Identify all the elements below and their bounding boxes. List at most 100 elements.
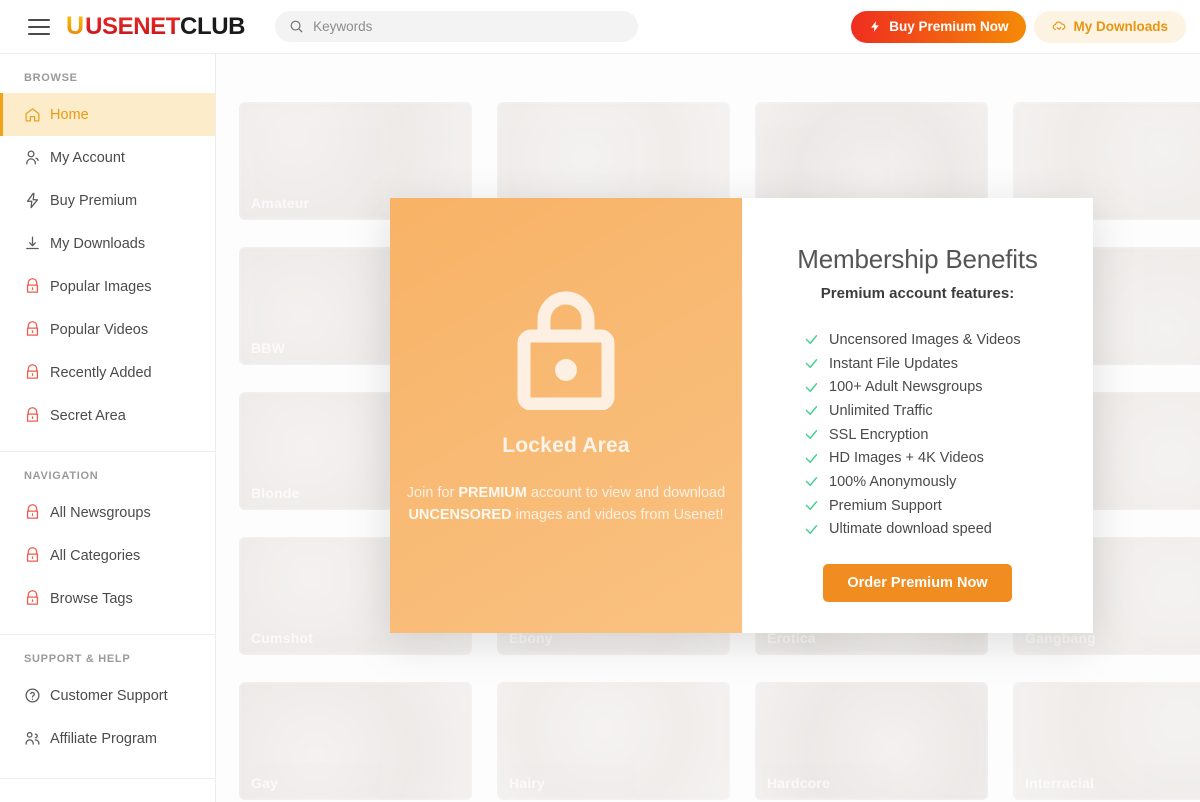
search-input[interactable] <box>313 19 625 34</box>
logo-usenet-text: USENET <box>85 12 181 40</box>
sidebar-item-home[interactable]: Home <box>0 93 215 136</box>
header-actions: Buy Premium Now My Downloads <box>851 10 1186 43</box>
sidebar-icon-wrap <box>24 547 50 564</box>
category-tile-label: Gay <box>251 775 279 791</box>
sidebar-item-my-account[interactable]: My Account <box>0 136 215 179</box>
category-tile[interactable]: Interracial <box>1013 682 1200 800</box>
lightning-bolt-icon <box>871 21 879 32</box>
sidebar-item-all-newsgroups[interactable]: All Newsgroups <box>0 491 215 534</box>
lock-icon <box>26 504 39 519</box>
lock-icon <box>26 278 39 293</box>
hamburger-menu-icon[interactable] <box>28 18 50 35</box>
sidebar-icon-wrap <box>24 687 50 704</box>
desc-uncensored: UNCENSORED <box>408 507 512 524</box>
desc-premium: PREMIUM <box>458 485 527 501</box>
category-tile-label: Interracial <box>1025 775 1095 791</box>
feature-label: Ultimate download speed <box>829 521 992 538</box>
sidebar-item-recently-added[interactable]: Recently Added <box>0 351 215 394</box>
feature-item: Premium Support <box>804 494 1021 518</box>
modal-left-panel: Locked Area Join for PREMIUM account to … <box>390 198 742 633</box>
feature-label: 100% Anonymously <box>829 473 957 490</box>
sidebar-item-label: All Categories <box>50 547 141 564</box>
feature-label: 100+ Adult Newsgroups <box>829 379 983 396</box>
site-logo[interactable]: U USENET CLUB <box>66 13 245 41</box>
sidebar-item-all-categories[interactable]: All Categories <box>0 534 215 577</box>
locked-area-title: Locked Area <box>502 434 630 457</box>
feature-label: Premium Support <box>829 497 942 514</box>
check-icon <box>804 498 829 513</box>
feature-label: Uncensored Images & Videos <box>829 331 1021 348</box>
sidebar-icon-wrap <box>24 321 50 338</box>
category-tile-label: BBW <box>251 340 286 356</box>
membership-benefits-subtitle: Premium account features: <box>820 285 1015 302</box>
sidebar-section-title-browse: BROWSE <box>24 72 78 84</box>
search-bar[interactable] <box>275 11 639 42</box>
users-icon <box>25 731 40 745</box>
sidebar-icon-wrap <box>24 192 50 209</box>
check-icon <box>804 474 829 489</box>
sidebar-item-label: Buy Premium <box>50 192 138 209</box>
sidebar-icon-wrap <box>24 730 50 747</box>
sidebar-icon-wrap <box>24 149 50 166</box>
lock-icon <box>26 364 39 379</box>
category-tile[interactable]: Gay <box>239 682 472 800</box>
sidebar-item-buy-premium[interactable]: Buy Premium <box>0 179 215 222</box>
category-tile-label: Amateur <box>251 195 310 211</box>
sidebar-item-affiliate-program[interactable]: Affiliate Program <box>0 717 215 760</box>
category-tile-label: Hardcore <box>767 775 831 791</box>
sidebar-icon-wrap <box>24 590 50 607</box>
home-icon <box>25 108 40 122</box>
sidebar-icon-wrap <box>24 364 50 381</box>
padlock-icon <box>517 291 615 410</box>
sidebar-item-label: Popular Videos <box>50 321 149 338</box>
sidebar-item-label: Customer Support <box>50 687 168 704</box>
search-icon <box>290 20 303 33</box>
feature-item: Instant File Updates <box>804 352 1021 376</box>
left-sidebar: BROWSE Home My Account Buy Premium My Downlo… <box>0 54 216 802</box>
category-tile-label: Hairy <box>509 775 546 791</box>
sidebar-item-label: Browse Tags <box>50 590 133 607</box>
sidebar-item-secret-area[interactable]: Secret Area <box>0 394 215 437</box>
feature-item: Uncensored Images & Videos <box>804 328 1021 352</box>
check-icon <box>804 403 829 418</box>
premium-features-list: Uncensored Images & Videos Instant File U… <box>776 328 1021 541</box>
category-tile[interactable]: Hairy <box>497 682 730 800</box>
buy-premium-now-button[interactable]: Buy Premium Now <box>851 10 1027 43</box>
sidebar-item-label: My Account <box>50 149 125 166</box>
lock-icon <box>26 321 39 336</box>
check-icon <box>804 356 829 371</box>
sidebar-item-my-downloads[interactable]: My Downloads <box>0 222 215 265</box>
sidebar-item-browse-tags[interactable]: Browse Tags <box>0 577 215 620</box>
sidebar-item-label: All Newsgroups <box>50 504 151 521</box>
sidebar-item-popular-images[interactable]: Popular Images <box>0 265 215 308</box>
category-tile-label: Cumshot <box>251 630 314 646</box>
sidebar-item-label: Home <box>50 106 89 123</box>
sidebar-section-title-support-help: SUPPORT & HELP <box>24 653 131 665</box>
top-header: U USENET CLUB Buy Premium Now My Downloa… <box>0 0 1200 54</box>
sidebar-item-customer-support[interactable]: Customer Support <box>0 674 215 717</box>
my-downloads-button[interactable]: My Downloads <box>1034 10 1186 43</box>
category-tile[interactable]: Hardcore <box>755 682 988 800</box>
desc-mid: account to view and download <box>526 485 726 501</box>
sidebar-item-popular-videos[interactable]: Popular Videos <box>0 308 215 351</box>
feature-item: 100% Anonymously <box>804 470 1021 494</box>
sidebar-section-title-navigation: NAVIGATION <box>24 470 99 482</box>
lock-icon <box>26 590 39 605</box>
sidebar-icon-wrap <box>24 278 50 295</box>
check-icon <box>804 427 829 442</box>
order-premium-now-button[interactable]: Order Premium Now <box>823 564 1012 603</box>
sidebar-item-label: Affiliate Program <box>50 730 157 747</box>
lock-icon <box>26 547 39 562</box>
membership-benefits-title: Membership Benefits <box>797 244 1038 274</box>
sidebar-item-label: Recently Added <box>50 364 152 381</box>
download-icon <box>26 236 39 250</box>
sidebar-item-label: Popular Images <box>50 278 152 295</box>
sidebar-item-label: My Downloads <box>50 235 146 252</box>
sidebar-icon-wrap <box>24 106 50 123</box>
feature-item: 100+ Adult Newsgroups <box>804 375 1021 399</box>
desc-suffix: images and videos from Usenet! <box>511 507 724 524</box>
feature-item: Unlimited Traffic <box>804 399 1021 423</box>
check-icon <box>804 380 829 395</box>
locked-area-description: Join for PREMIUM account to view and dow… <box>406 482 726 527</box>
lock-icon <box>26 407 39 422</box>
